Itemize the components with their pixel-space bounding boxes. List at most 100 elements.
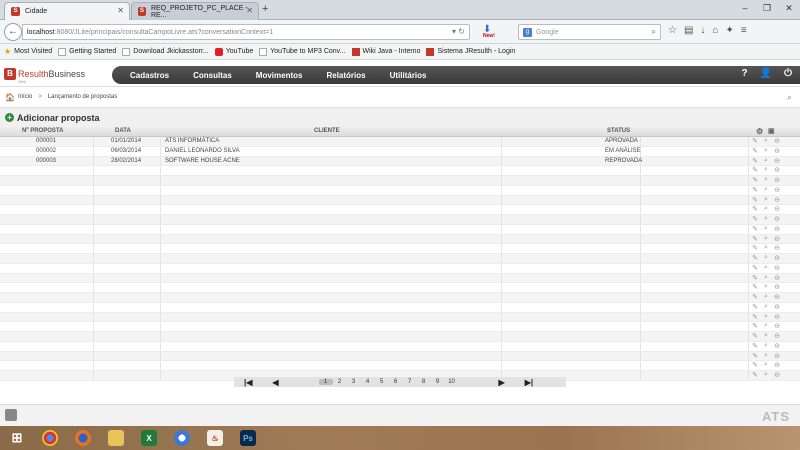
- col-client[interactable]: CLIENTE: [314, 128, 340, 134]
- delete-icon[interactable]: ⊖: [773, 215, 781, 223]
- download-helper-icon[interactable]: ⬇ New!: [483, 24, 499, 40]
- edit-pencil-icon[interactable]: ✎: [751, 157, 759, 165]
- next-page-icon[interactable]: ▶: [499, 378, 505, 387]
- view-magnifier-icon[interactable]: ⌕: [762, 371, 770, 379]
- edit-pencil-icon[interactable]: ✎: [751, 293, 759, 301]
- new-tab-icon[interactable]: +: [262, 3, 268, 15]
- view-magnifier-icon[interactable]: ⌕: [762, 361, 770, 369]
- table-row[interactable]: ✎ ⌕ ⊖: [0, 273, 800, 284]
- edit-pencil-icon[interactable]: ✎: [751, 196, 759, 204]
- minimize-icon[interactable]: –: [734, 0, 756, 18]
- clipboard-icon[interactable]: ▤: [684, 25, 693, 36]
- view-magnifier-icon[interactable]: ⌕: [762, 303, 770, 311]
- table-row[interactable]: ✎ ⌕ ⊖: [0, 283, 800, 293]
- edit-pencil-icon[interactable]: ✎: [751, 147, 759, 155]
- edit-pencil-icon[interactable]: ✎: [751, 313, 759, 321]
- edit-pencil-icon[interactable]: ✎: [751, 166, 759, 174]
- firefox-icon[interactable]: [70, 427, 96, 449]
- settings-gear-icon[interactable]: ⚙: [756, 127, 763, 136]
- page-1[interactable]: 1: [318, 379, 333, 385]
- view-magnifier-icon[interactable]: ⌕: [762, 313, 770, 321]
- first-page-icon[interactable]: |◀: [244, 378, 252, 387]
- delete-icon[interactable]: ⊖: [773, 342, 781, 350]
- edit-pencil-icon[interactable]: ✎: [751, 215, 759, 223]
- menu-icon[interactable]: ≡: [741, 25, 747, 36]
- close-tab-icon[interactable]: ✕: [117, 6, 124, 15]
- view-magnifier-icon[interactable]: ⌕: [762, 342, 770, 350]
- reload-icon[interactable]: ↻: [458, 27, 465, 36]
- edit-pencil-icon[interactable]: ✎: [751, 274, 759, 282]
- view-magnifier-icon[interactable]: ⌕: [762, 176, 770, 184]
- table-row[interactable]: 000002 06/03/2014 DANIEL LEONARDO SILVA EM …: [0, 146, 800, 157]
- page-5[interactable]: 5: [375, 379, 389, 385]
- edit-pencil-icon[interactable]: ✎: [751, 205, 759, 213]
- table-row[interactable]: ✎ ⌕ ⊖: [0, 302, 800, 313]
- edit-pencil-icon[interactable]: ✎: [751, 361, 759, 369]
- table-row[interactable]: ✎ ⌕ ⊖: [0, 351, 800, 362]
- maximize-icon[interactable]: ❐: [756, 0, 778, 18]
- table-row[interactable]: ✎ ⌕ ⊖: [0, 312, 800, 323]
- windows-start-icon[interactable]: ⊞: [4, 427, 30, 449]
- edit-pencil-icon[interactable]: ✎: [751, 303, 759, 311]
- delete-icon[interactable]: ⊖: [773, 157, 781, 165]
- delete-icon[interactable]: ⊖: [773, 303, 781, 311]
- delete-icon[interactable]: ⊖: [773, 283, 781, 291]
- delete-icon[interactable]: ⊖: [773, 293, 781, 301]
- edit-pencil-icon[interactable]: ✎: [751, 352, 759, 360]
- page-7[interactable]: 7: [403, 379, 417, 385]
- edit-pencil-icon[interactable]: ✎: [751, 371, 759, 379]
- excel-icon[interactable]: X: [136, 427, 162, 449]
- last-page-icon[interactable]: ▶|: [525, 378, 533, 387]
- downloads-icon[interactable]: ↓: [700, 25, 705, 36]
- edit-pencil-icon[interactable]: ✎: [751, 254, 759, 262]
- bookmark-wiki-java[interactable]: Wiki Java - Interno: [351, 47, 420, 56]
- prev-page-icon[interactable]: ◀: [272, 378, 278, 387]
- table-row[interactable]: ✎ ⌕ ⊖: [0, 244, 800, 254]
- table-row[interactable]: ✎ ⌕ ⊖: [0, 332, 800, 342]
- view-magnifier-icon[interactable]: ⌕: [762, 244, 770, 252]
- delete-icon[interactable]: ⊖: [773, 176, 781, 184]
- view-magnifier-icon[interactable]: ⌕: [762, 166, 770, 174]
- page-8[interactable]: 8: [417, 379, 431, 385]
- tab-req-projeto[interactable]: S REQ_PROJETO_PC_PLACE - RE... ✕: [131, 2, 259, 20]
- edit-pencil-icon[interactable]: ✎: [751, 244, 759, 252]
- help-icon[interactable]: ?: [742, 68, 748, 79]
- table-row[interactable]: ✎ ⌕ ⊖: [0, 195, 800, 206]
- bookmark-youtube[interactable]: YouTube: [214, 47, 253, 56]
- delete-icon[interactable]: ⊖: [773, 313, 781, 321]
- view-magnifier-icon[interactable]: ⌕: [762, 264, 770, 272]
- edit-pencil-icon[interactable]: ✎: [751, 332, 759, 340]
- table-row[interactable]: ✎ ⌕ ⊖: [0, 263, 800, 274]
- table-row[interactable]: ✎ ⌕ ⊖: [0, 166, 800, 176]
- search-input[interactable]: g Google ⌕: [518, 24, 661, 40]
- bookmark-most-visited[interactable]: ★ Most Visited: [4, 47, 52, 56]
- delete-icon[interactable]: ⊖: [773, 264, 781, 272]
- edit-pencil-icon[interactable]: ✎: [751, 264, 759, 272]
- table-row[interactable]: 000003 28/02/2014 SOFTWARE HOUSE ACNE REPRO…: [0, 156, 800, 167]
- delete-icon[interactable]: ⊖: [773, 235, 781, 243]
- edit-pencil-icon[interactable]: ✎: [751, 235, 759, 243]
- delete-icon[interactable]: ⊖: [773, 166, 781, 174]
- view-magnifier-icon[interactable]: ⌕: [762, 147, 770, 155]
- menu-consultas[interactable]: Consultas: [193, 71, 232, 80]
- add-proposal-button[interactable]: Adicionar proposta: [17, 113, 100, 123]
- delete-icon[interactable]: ⊖: [773, 352, 781, 360]
- page-6[interactable]: 6: [389, 379, 403, 385]
- itunes-icon[interactable]: [169, 427, 195, 449]
- view-magnifier-icon[interactable]: ⌕: [762, 283, 770, 291]
- table-row[interactable]: ✎ ⌕ ⊖: [0, 176, 800, 186]
- col-status[interactable]: STATUS: [607, 128, 630, 134]
- col-date[interactable]: DATA: [115, 128, 131, 134]
- home-icon[interactable]: ⌂: [712, 25, 718, 36]
- menu-cadastros[interactable]: Cadastros: [130, 71, 169, 80]
- edit-pencil-icon[interactable]: ✎: [751, 283, 759, 291]
- bookmark-youtube-mp3[interactable]: YouTube to MP3 Conv...: [259, 47, 346, 56]
- view-magnifier-icon[interactable]: ⌕: [762, 332, 770, 340]
- table-row[interactable]: ✎ ⌕ ⊖: [0, 234, 800, 245]
- bookmark-sistema[interactable]: Sistema JResulth - Login: [426, 47, 515, 56]
- menu-movimentos[interactable]: Movimentos: [256, 71, 303, 80]
- keyboard-icon[interactable]: [5, 409, 17, 421]
- view-magnifier-icon[interactable]: ⌕: [762, 196, 770, 204]
- view-magnifier-icon[interactable]: ⌕: [762, 235, 770, 243]
- view-magnifier-icon[interactable]: ⌕: [762, 186, 770, 194]
